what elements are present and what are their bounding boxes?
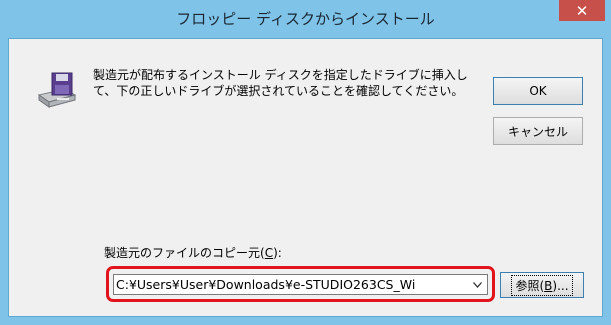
title-bar[interactable]: フロッピー ディスクからインストール ✕ [0, 0, 611, 38]
close-button[interactable]: ✕ [559, 0, 605, 21]
window-title: フロッピー ディスクからインストール [176, 10, 435, 28]
chevron-down-icon[interactable] [470, 276, 484, 293]
install-from-disk-dialog: フロッピー ディスクからインストール ✕ 製造元が配布するインストール ディスク… [0, 0, 611, 325]
browse-label-suffix: )... [552, 278, 569, 293]
close-icon: ✕ [575, 1, 589, 20]
browse-button-label: 参照(B)... [511, 274, 573, 296]
dialog-body: 製造元が配布するインストール ディスクを指定したドライブに挿入して、下の正しいド… [8, 38, 603, 317]
copy-from-access-key: C [264, 246, 274, 260]
copy-from-label-prefix: 製造元のファイルのコピー元( [104, 246, 265, 260]
copy-from-path-value[interactable]: C:¥Users¥User¥Downloads¥e-STUDIO263CS_Wi [116, 275, 466, 294]
cancel-button[interactable]: キャンセル [493, 117, 583, 145]
browse-button[interactable]: 参照(B)... [500, 272, 584, 298]
browse-label-prefix: 参照( [515, 278, 545, 293]
copy-from-path-combobox[interactable]: C:¥Users¥User¥Downloads¥e-STUDIO263CS_Wi [113, 274, 488, 295]
ok-button[interactable]: OK [493, 77, 583, 105]
instruction-text: 製造元が配布するインストール ディスクを指定したドライブに挿入して、下の正しいド… [93, 68, 468, 98]
copy-from-label: 製造元のファイルのコピー元(C): [104, 244, 282, 261]
copy-from-label-suffix: ): [273, 246, 282, 260]
floppy-disk-drive-icon [37, 72, 77, 108]
